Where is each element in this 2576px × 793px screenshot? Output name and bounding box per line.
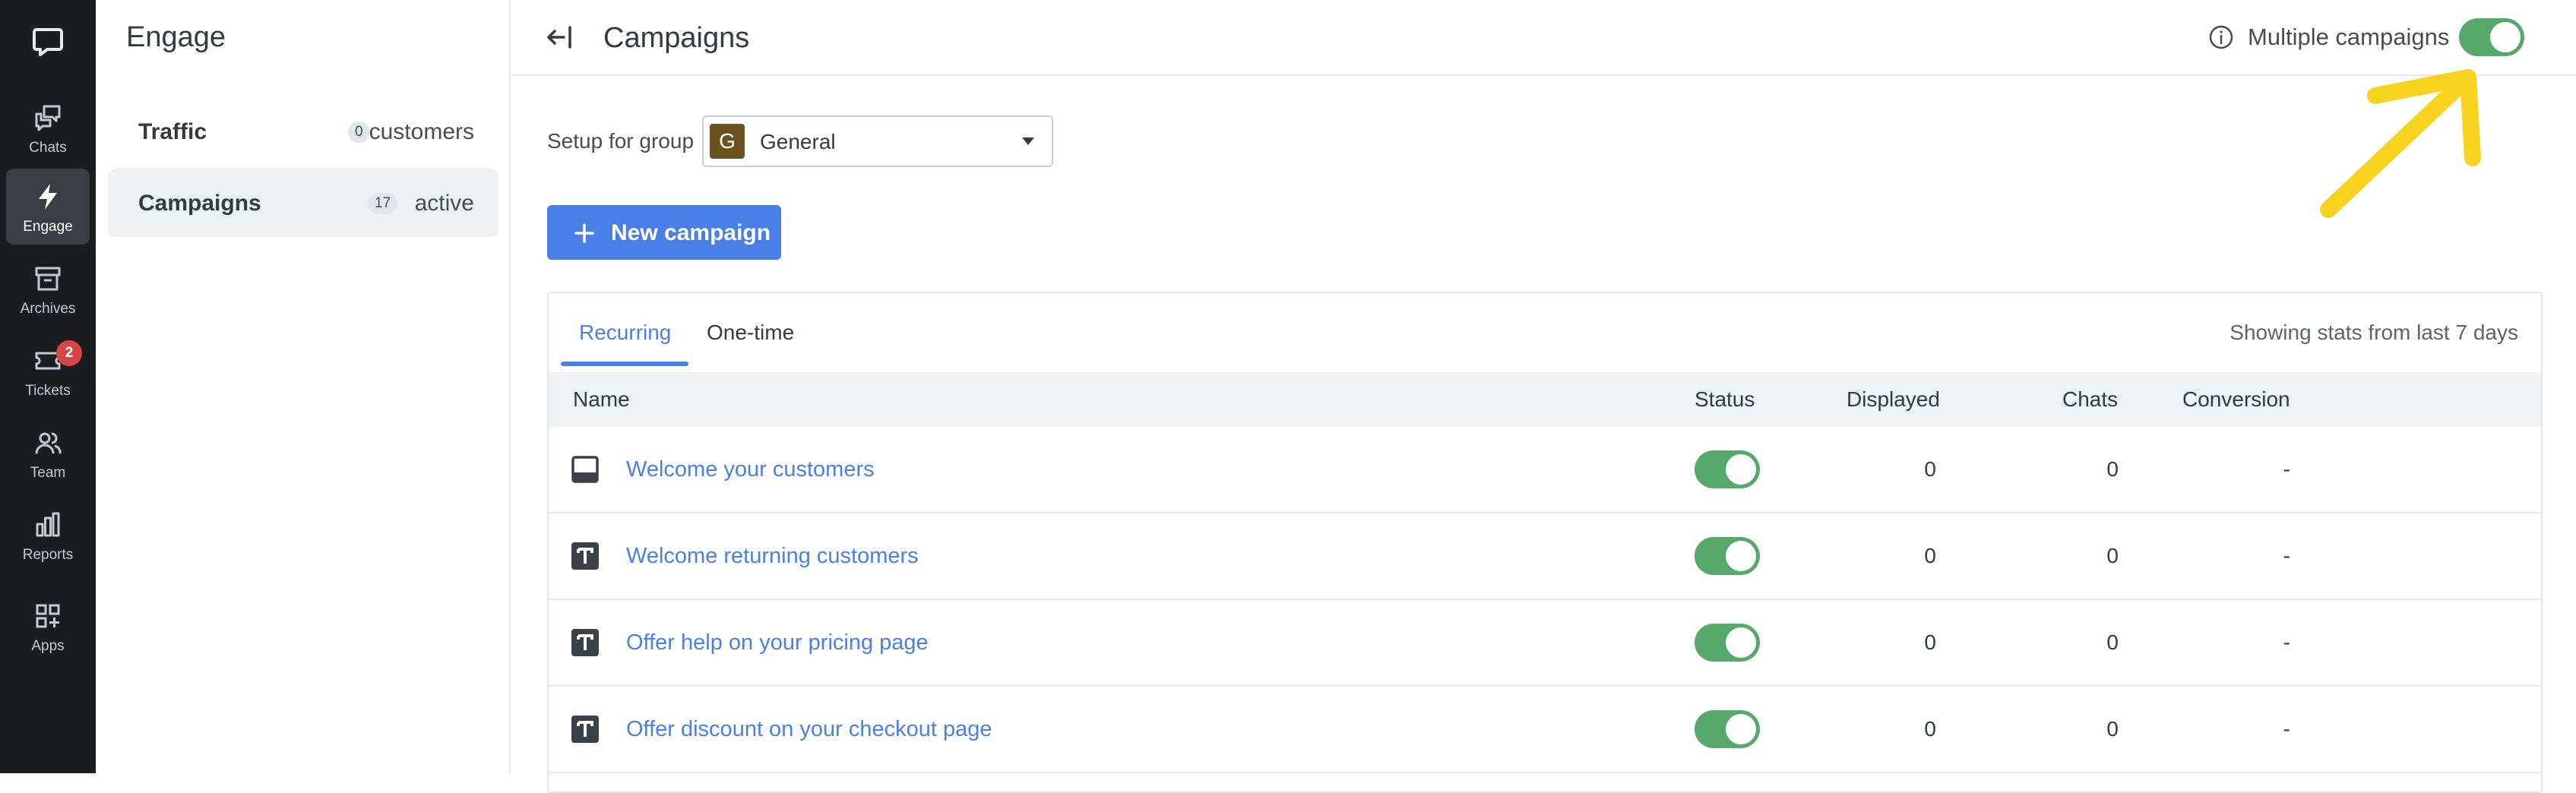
status-toggle[interactable] <box>1695 624 1760 662</box>
traffic-suffix: customers <box>369 119 474 144</box>
conversion-value: - <box>2283 630 2290 654</box>
column-status[interactable]: Status <box>1695 387 1755 412</box>
traffic-count-badge: 0 <box>348 122 370 143</box>
nav-tickets-label: Tickets <box>25 383 71 399</box>
campaign-name-link[interactable]: Offer help on your pricing page <box>626 630 929 656</box>
chats-value: 0 <box>2106 544 2119 567</box>
app-nav-rail: Chats Engage Archives 2 Tickets Team Rep… <box>0 0 96 773</box>
toggle-knob <box>1726 627 1756 658</box>
multiple-campaigns-toggle[interactable] <box>2459 18 2524 56</box>
tab-recurring[interactable]: Recurring <box>579 321 671 345</box>
conversion-value: - <box>2283 544 2290 567</box>
text-campaign-icon <box>571 716 599 743</box>
tickets-badge: 2 <box>56 340 82 366</box>
displayed-value: 0 <box>1924 544 1936 567</box>
collapse-sidebar-icon[interactable] <box>546 23 574 52</box>
nav-apps[interactable]: Apps <box>6 588 90 664</box>
annotation-arrow-icon <box>2320 69 2481 218</box>
nav-tickets[interactable]: 2 Tickets <box>6 333 90 409</box>
sidebar-item-campaigns[interactable]: Campaigns 17 active <box>108 169 498 237</box>
chats-value: 0 <box>2106 457 2119 481</box>
toggle-knob <box>1726 454 1756 485</box>
nav-chats[interactable]: Chats <box>6 90 90 166</box>
info-icon[interactable] <box>2208 24 2234 50</box>
nav-team-label: Team <box>30 465 66 481</box>
nav-archives-label: Archives <box>20 301 76 317</box>
sidebar-item-label: Campaigns <box>138 191 261 216</box>
table-row[interactable]: Welcome your customers 0 0 - <box>549 427 2541 513</box>
toggle-knob <box>1726 541 1756 571</box>
plus-icon <box>574 223 594 243</box>
stats-period-note: Showing stats from last 7 days <box>2229 321 2518 344</box>
table-row[interactable]: Welcome returning customers 0 0 - <box>549 513 2541 600</box>
toggle-knob <box>1726 714 1756 744</box>
campaigns-count-badge: 17 <box>368 193 398 214</box>
displayed-value: 0 <box>1924 630 1936 654</box>
campaign-name-link[interactable]: Welcome your customers <box>626 457 875 482</box>
team-icon <box>35 432 62 454</box>
column-chats[interactable]: Chats <box>2062 387 2118 412</box>
nav-archives[interactable]: Archives <box>6 251 90 327</box>
livechat-logo-icon[interactable] <box>32 26 64 58</box>
nav-apps-label: Apps <box>31 638 65 654</box>
sidebar-item-traffic[interactable]: Traffic 0 customers <box>108 97 498 166</box>
displayed-value: 0 <box>1924 457 1936 481</box>
nav-reports[interactable]: Reports <box>6 497 90 573</box>
caret-down-icon <box>1022 137 1034 145</box>
table-row[interactable]: Offer discount on your checkout page 0 0… <box>549 687 2541 773</box>
nav-engage-label: Engage <box>23 219 73 235</box>
status-toggle[interactable] <box>1695 450 1760 488</box>
group-name: General <box>760 130 836 153</box>
lightning-icon <box>39 184 57 210</box>
column-displayed[interactable]: Displayed <box>1847 387 1940 412</box>
campaign-name-link[interactable]: Offer discount on your checkout page <box>626 717 992 742</box>
chats-value: 0 <box>2106 630 2119 654</box>
tab-one-time[interactable]: One-time <box>707 321 794 345</box>
chats-value: 0 <box>2106 717 2119 741</box>
text-campaign-icon <box>571 542 599 570</box>
nav-reports-label: Reports <box>22 547 74 563</box>
displayed-value: 0 <box>1924 717 1936 741</box>
bar-campaign-icon <box>571 456 599 483</box>
reports-icon <box>36 512 60 537</box>
group-avatar: G <box>710 124 745 159</box>
active-tab-indicator <box>561 362 688 366</box>
campaign-name-link[interactable]: Welcome returning customers <box>626 544 919 569</box>
sidebar-title: Engage <box>126 21 226 53</box>
apps-icon <box>36 604 60 628</box>
campaigns-card: Recurring One-time Showing stats from la… <box>547 292 2543 793</box>
setup-group-label: Setup for group <box>547 129 695 153</box>
nav-chats-label: Chats <box>29 140 67 156</box>
campaigns-suffix: active <box>414 191 474 216</box>
new-campaign-label: New campaign <box>611 220 771 245</box>
column-conversion[interactable]: Conversion <box>2182 387 2290 412</box>
chats-icon <box>35 105 61 131</box>
page-title: Campaigns <box>603 22 750 54</box>
table-header: Name Status Displayed Chats Conversion <box>549 372 2541 427</box>
status-toggle[interactable] <box>1695 537 1760 575</box>
multiple-campaigns-label: Multiple campaigns <box>2248 24 2450 50</box>
column-name[interactable]: Name <box>573 387 630 412</box>
toggle-knob <box>2490 22 2521 52</box>
group-select[interactable]: G General <box>702 115 1053 167</box>
engage-sidebar: Engage Traffic 0 customers Campaigns 17 … <box>96 0 511 773</box>
nav-engage[interactable]: Engage <box>6 169 90 245</box>
conversion-value: - <box>2283 457 2290 481</box>
new-campaign-button[interactable]: New campaign <box>547 205 781 260</box>
conversion-value: - <box>2283 717 2290 741</box>
archive-icon <box>35 267 61 291</box>
page-header: Campaigns Multiple campaigns <box>512 0 2576 76</box>
table-row[interactable]: Offer help on your pricing page 0 0 - <box>549 600 2541 687</box>
status-toggle[interactable] <box>1695 710 1760 748</box>
sidebar-item-label: Traffic <box>138 119 207 144</box>
nav-team[interactable]: Team <box>6 415 90 491</box>
text-campaign-icon <box>571 629 599 656</box>
